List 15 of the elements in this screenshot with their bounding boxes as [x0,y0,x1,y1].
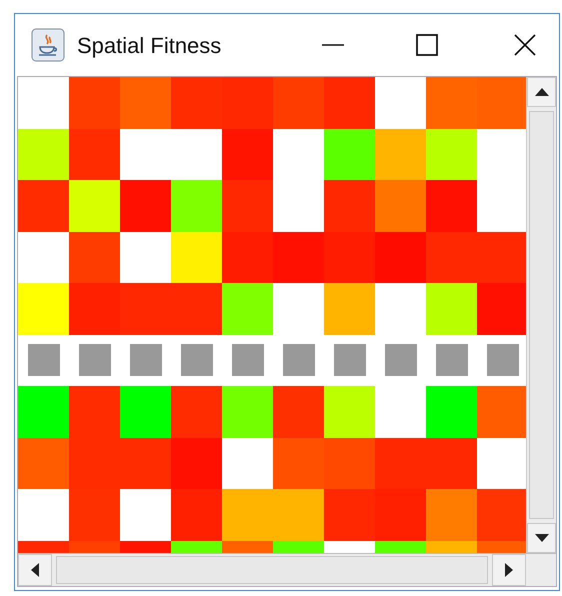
close-icon [514,34,536,56]
left-arrow-icon [31,563,39,577]
app-icon [31,28,65,62]
right-arrow-icon [505,563,513,577]
window-title: Spatial Fitness [77,32,222,60]
up-arrow-icon [534,88,549,96]
minimize-icon [322,44,344,46]
down-arrow-icon [534,534,549,542]
scrollbar-thumb[interactable] [529,111,554,519]
maximize-icon [416,34,438,56]
scroll-down-button[interactable] [527,523,556,553]
scroll-up-button[interactable] [527,77,556,107]
scrollbar-thumb[interactable] [56,556,488,584]
scroll-left-button[interactable] [18,554,52,586]
scroll-right-button[interactable] [492,554,526,586]
